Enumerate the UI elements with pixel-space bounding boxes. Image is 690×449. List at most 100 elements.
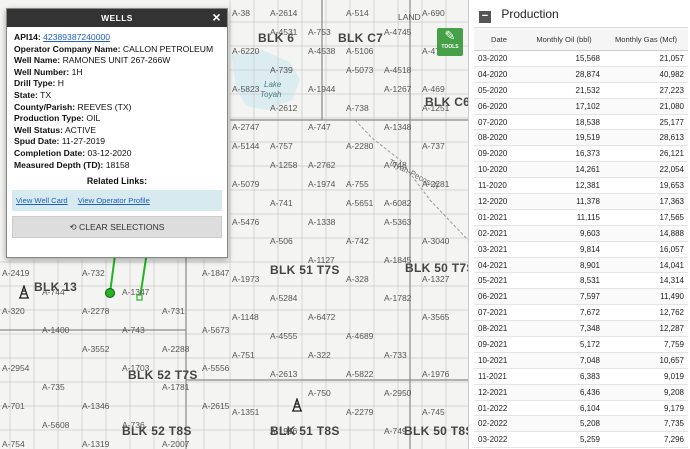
abstract-label: A-1916 <box>270 426 298 436</box>
abstract-label: A-749 <box>384 426 407 436</box>
date-cell: 05-2020 <box>474 82 524 99</box>
field-label: Production Type: <box>14 113 85 124</box>
abstract-label: A-5106 <box>346 46 374 56</box>
abstract-label: A-320 <box>2 306 25 316</box>
popup-header: WELLS × <box>7 9 227 27</box>
drilling-rig-icon[interactable] <box>291 398 303 412</box>
date-cell: 08-2021 <box>474 320 524 338</box>
clear-selections-button[interactable]: ⟲ CLEAR SELECTIONS <box>12 216 222 239</box>
drilling-rig-icon[interactable] <box>18 285 30 299</box>
field-value: OIL <box>86 113 101 124</box>
abstract-label: A-735 <box>42 382 65 392</box>
gas-cell: 28,613 <box>604 129 688 147</box>
oil-cell: 15,568 <box>524 50 604 67</box>
date-cell: 03-2020 <box>474 50 524 67</box>
block-label: BLK 51 T7S <box>270 263 340 277</box>
abstract-label: A-1148 <box>232 312 259 322</box>
abstract-label: A-736 <box>122 420 145 430</box>
production-title: Production <box>501 7 559 21</box>
abstract-label: A-2762 <box>308 160 336 170</box>
abstract-label: A-701 <box>2 401 25 411</box>
table-row: 04-2021 8,901 14,041 <box>474 257 688 274</box>
gas-cell: 19,653 <box>604 177 688 195</box>
column-header-oil[interactable]: Monthly Oil (bbl) <box>524 27 604 51</box>
abstract-label: A-1338 <box>308 217 336 227</box>
oil-cell: 5,259 <box>524 431 604 449</box>
date-cell: 11-2020 <box>474 177 524 195</box>
oil-cell: 8,531 <box>524 272 604 290</box>
tools-button[interactable]: ✎ TOOLS <box>437 28 463 56</box>
production-table: Date Monthly Oil (bbl) Monthly Gas (Mcf)… <box>474 27 688 449</box>
oil-cell: 7,348 <box>524 320 604 338</box>
abstract-label: A-1973 <box>232 274 260 284</box>
well-field-row: Well Status: ACTIVE <box>14 125 220 137</box>
abstract-label: A-1127 <box>308 255 335 265</box>
table-row: 10-2020 14,261 22,054 <box>474 161 688 179</box>
field-label: Well Status: <box>14 124 64 135</box>
oil-cell: 6,436 <box>524 384 604 401</box>
abstract-label: A-5822 <box>346 369 374 379</box>
abstract-label: A-750 <box>308 388 331 398</box>
wrench-icon: ✎ <box>444 28 456 43</box>
well-field-row: Completion Date: 03-12-2020 <box>14 148 220 160</box>
table-header-row: Date Monthly Oil (bbl) Monthly Gas (Mcf) <box>474 27 688 51</box>
field-label: API14: <box>14 32 41 42</box>
column-header-gas[interactable]: Monthly Gas (Mcf) <box>604 27 688 51</box>
abstract-label: A-4518 <box>384 65 412 75</box>
abstract-label: A-1327 <box>422 274 450 284</box>
field-value: 1H <box>71 66 83 77</box>
abstract-label: A-5823 <box>232 84 260 94</box>
related-links-title: Related Links: <box>86 176 148 187</box>
abstract-label: A-2007 <box>162 439 190 449</box>
abstract-label: A-733 <box>384 350 407 360</box>
abstract-label: A-322 <box>308 350 331 360</box>
abstract-label: A-732 <box>82 268 105 278</box>
table-row: 07-2020 18,538 25,177 <box>474 114 688 131</box>
abstract-label: A-2279 <box>346 407 374 417</box>
abstract-label: A-1845 <box>384 255 412 265</box>
gas-cell: 21,057 <box>604 50 688 67</box>
abstract-label: A-328 <box>346 274 369 284</box>
table-row: 03-2020 15,568 21,057 <box>474 50 688 67</box>
abstract-label: A-2950 <box>384 388 412 398</box>
gas-cell: 22,054 <box>604 161 688 179</box>
date-cell: 10-2020 <box>474 161 524 179</box>
table-row: 02-2021 9,603 14,888 <box>474 225 688 242</box>
well-info-popup: WELLS × API14: 42389387240000 Operator Co… <box>6 8 228 258</box>
abstract-label: A-506 <box>270 236 293 246</box>
abstract-label: A-1782 <box>384 293 412 303</box>
table-row: 12-2020 11,378 17,363 <box>474 193 688 210</box>
field-label: Drill Type: <box>14 78 56 89</box>
abstract-label: A-751 <box>232 350 255 360</box>
abstract-label: A-1847 <box>202 268 230 278</box>
abstract-label: A-5144 <box>232 141 260 151</box>
abstract-label: A-747 <box>308 122 331 132</box>
oil-cell: 7,672 <box>524 304 604 322</box>
close-icon[interactable]: × <box>212 9 221 26</box>
column-header-date[interactable]: Date <box>474 27 524 51</box>
view-well-card-link[interactable]: View Well Card <box>16 196 68 205</box>
abstract-label: A-4538 <box>308 46 336 56</box>
abstract-label: A-4745 <box>384 27 412 37</box>
date-cell: 01-2021 <box>474 209 524 226</box>
map-canvas[interactable]: BLK 6 BLK C7 BLK C6 BLK 51 T7S BLK 50 T7… <box>0 0 468 449</box>
date-cell: 04-2021 <box>474 257 524 274</box>
production-header[interactable]: − Production <box>469 0 690 27</box>
abstract-label: A-737 <box>422 141 445 151</box>
gas-cell: 27,223 <box>604 82 688 99</box>
field-label: Well Name: <box>14 55 61 66</box>
abstract-label: A-1258 <box>270 160 298 170</box>
field-label: County/Parish: <box>14 101 76 112</box>
oil-cell: 17,102 <box>524 98 604 115</box>
date-cell: 07-2021 <box>474 304 524 322</box>
view-operator-profile-link[interactable]: View Operator Profile <box>78 196 150 205</box>
collapse-icon[interactable]: − <box>479 11 491 23</box>
gas-cell: 12,762 <box>604 304 688 322</box>
abstract-label: A-5608 <box>42 420 70 430</box>
oil-cell: 28,874 <box>524 66 604 83</box>
block-label: BLK C7 <box>338 31 384 45</box>
date-cell: 08-2020 <box>474 129 524 147</box>
api14-link[interactable]: 42389387240000 <box>43 32 110 42</box>
gas-cell: 26,121 <box>604 145 688 163</box>
date-cell: 01-2022 <box>474 400 524 417</box>
